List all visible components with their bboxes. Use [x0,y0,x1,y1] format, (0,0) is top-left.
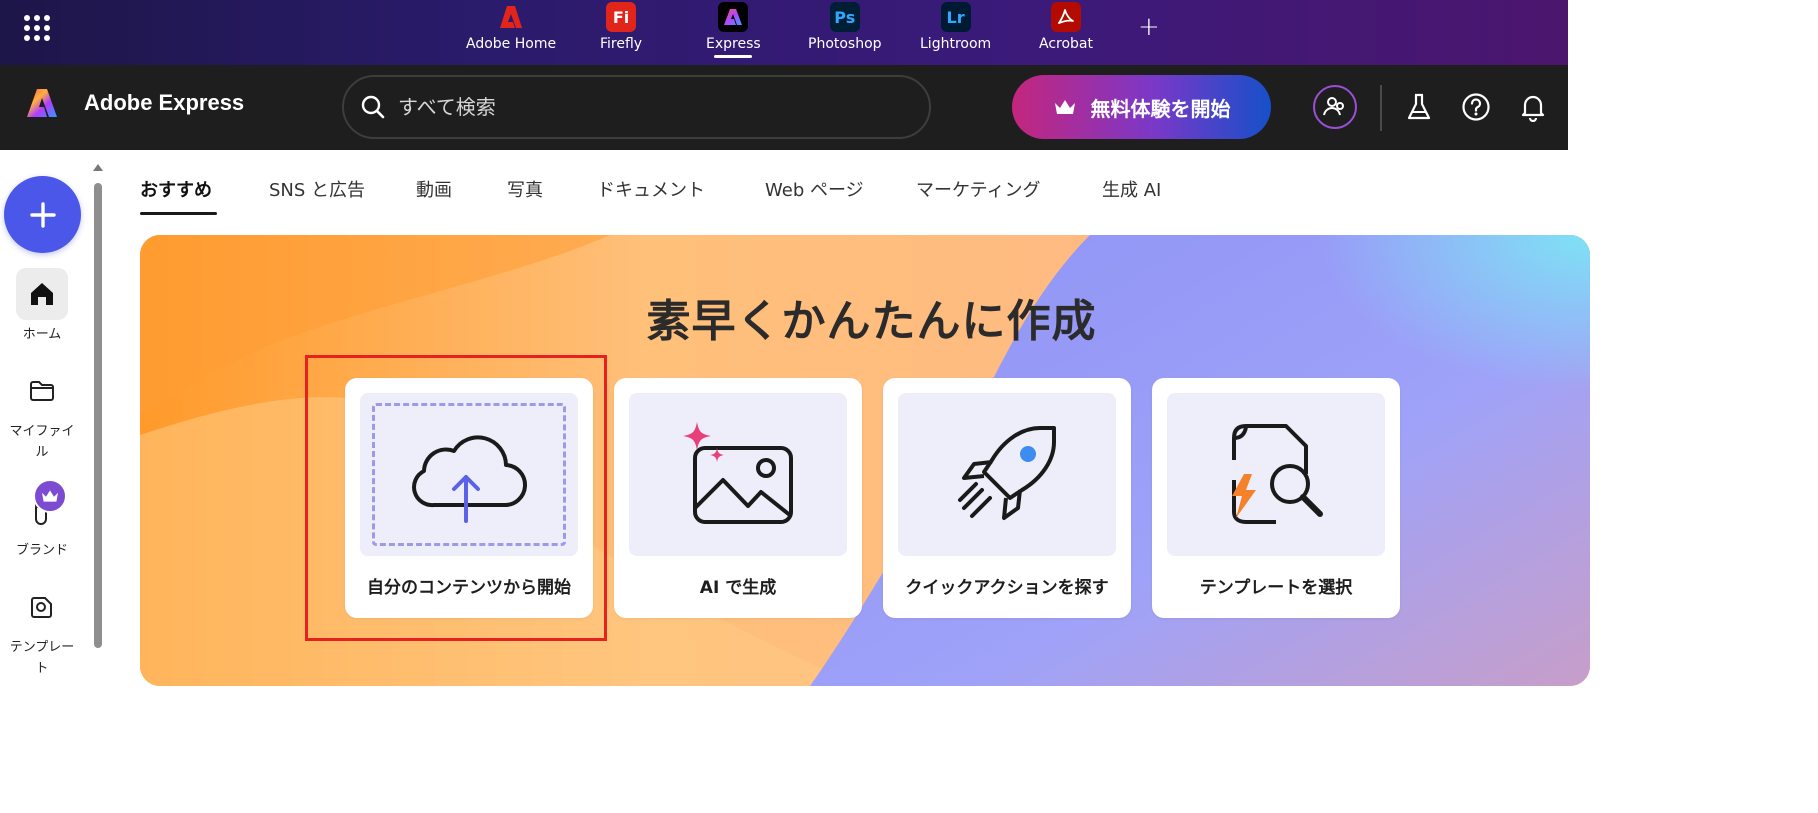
app-name: Lightroom [920,36,992,52]
search-icon [361,95,385,119]
search-input[interactable] [398,95,878,119]
app-adobe-home[interactable]: Adobe Home [466,2,556,62]
tab-video[interactable]: 動画 [416,176,452,202]
folder-icon [16,365,68,417]
photoshop-logo-icon: Ps [829,2,860,32]
start-trial-button[interactable]: 無料体験を開始 [1012,75,1271,139]
tab-recommended[interactable]: おすすめ [140,176,212,202]
header-divider [1380,85,1382,131]
help-icon [1462,93,1490,121]
card-caption: AI で生成 [699,578,777,598]
hero-title: 素早くかんたんに作成 [646,296,1097,347]
app-photoshop[interactable]: Ps Photoshop [808,2,882,62]
template-icon [16,581,68,633]
rail-item-label: テンプレート [9,640,75,676]
active-app-indicator [714,55,753,58]
app-switcher-bar: Adobe Home Fi Firefly Express Ps Photosh… [0,0,1568,65]
card-start-from-content[interactable]: 自分のコンテンツから開始 [345,378,593,618]
tab-social-ads[interactable]: SNS と広告 [269,176,365,202]
flask-icon [1407,93,1431,120]
app-name: Adobe Home [466,36,557,52]
crown-icon [42,490,58,502]
hero-banner: 素早くかんたんに作成 自分のコンテンツから開始 AI で生成 クイックアクション… [140,235,1590,686]
brand[interactable]: Adobe Express [26,87,244,119]
tab-generative-ai[interactable]: 生成 AI [1102,176,1161,202]
card-caption: テンプレートを選択 [1199,578,1353,598]
search-field[interactable] [342,75,931,139]
home-icon [16,268,68,320]
crown-icon [1054,100,1075,114]
app-firefly[interactable]: Fi Firefly [600,2,642,62]
tab-webpage[interactable]: Web ページ [765,176,864,202]
card-caption: 自分のコンテンツから開始 [367,578,571,598]
app-acrobat[interactable]: Acrobat [1039,2,1093,62]
rail-item-templates[interactable]: テンプレート [0,581,84,679]
card-quick-actions[interactable]: クイックアクションを探す [883,378,1131,618]
card-generate-with-ai[interactable]: AI で生成 [614,378,862,618]
app-lightroom[interactable]: Lr Lightroom [920,2,991,62]
start-trial-label: 無料体験を開始 [1090,96,1231,121]
labs-button[interactable] [1397,85,1441,129]
left-rail: ホーム マイファイル ブランド テンプレート [0,150,108,701]
upload-cloud-icon [360,393,578,556]
express-logo-icon [718,2,749,32]
template-search-icon [1167,393,1385,556]
help-button[interactable] [1454,85,1498,129]
tab-document[interactable]: ドキュメント [597,176,705,202]
notifications-button[interactable] [1511,85,1555,129]
create-new-button[interactable] [4,176,81,253]
rocket-icon [898,393,1116,556]
rail-item-label: ブランド [15,543,68,558]
rail-item-home[interactable]: ホーム [0,268,84,345]
acrobat-logo-icon [1051,2,1081,32]
active-tab-indicator [140,212,217,215]
add-app-button[interactable]: + [1138,12,1160,42]
app-name: Express [706,36,761,52]
app-name: Acrobat [1039,36,1093,52]
brand-name: Adobe Express [84,90,245,115]
express-logo-icon [27,89,57,117]
ai-image-icon [629,393,847,556]
rail-scrollbar-thumb[interactable] [94,183,102,648]
rail-item-my-files[interactable]: マイファイル [0,365,84,463]
app-express[interactable]: Express [706,2,761,62]
card-choose-template[interactable]: テンプレートを選択 [1152,378,1400,618]
tab-marketing[interactable]: マーケティング [916,176,1041,202]
tab-photo[interactable]: 写真 [507,176,543,202]
rail-item-label: ホーム [22,327,62,342]
app-name: Firefly [600,36,643,52]
rail-item-label: マイファイル [9,424,75,460]
app-name: Photoshop [808,36,882,52]
plus-icon [29,201,56,228]
account-avatar-button[interactable] [1313,85,1357,129]
premium-crown-badge [33,479,67,513]
bell-icon [1521,95,1545,122]
card-caption: クイックアクションを探す [905,578,1109,598]
express-header: Adobe Express 無料体験を開始 [0,65,1568,150]
firefly-logo-icon: Fi [606,2,637,32]
scroll-up-arrow[interactable] [93,164,103,171]
adobe-logo-icon [496,2,526,32]
lightroom-logo-icon: Lr [940,2,971,32]
user-icon [1323,97,1344,116]
app-grid-icon[interactable] [24,15,50,41]
